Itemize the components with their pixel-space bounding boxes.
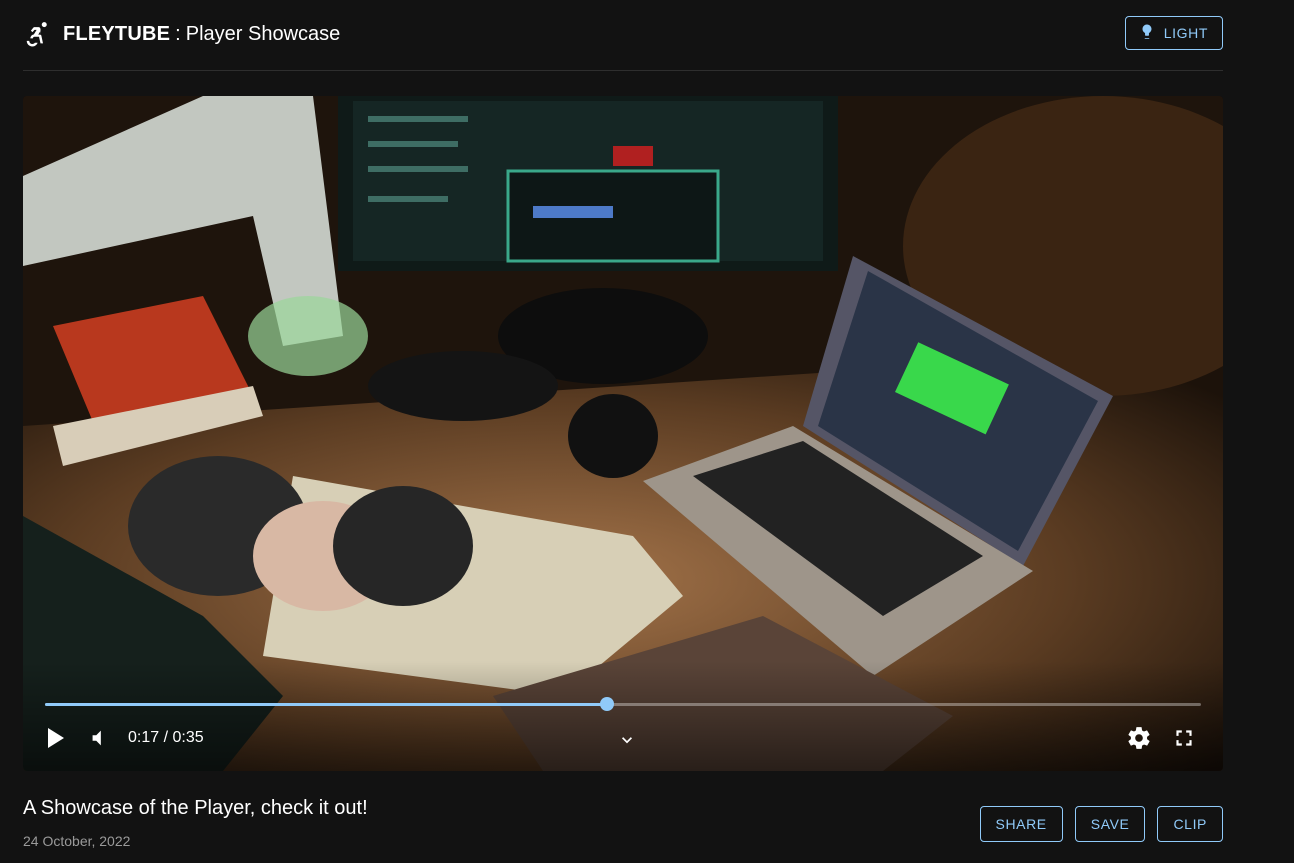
brand[interactable]: FLEYTUBE : Player Showcase (23, 19, 340, 49)
volume-button[interactable] (87, 726, 111, 750)
progress-thumb[interactable] (599, 697, 614, 711)
share-button[interactable]: SHARE (979, 806, 1063, 842)
theme-button-label: LIGHT (1163, 25, 1208, 41)
brand-name: FLEYTUBE (63, 22, 171, 45)
fullscreen-icon (1171, 725, 1197, 751)
save-button[interactable]: SAVE (1074, 806, 1146, 842)
settings-button[interactable] (1126, 725, 1152, 751)
video-date: 24 October, 2022 (23, 833, 131, 849)
clip-button[interactable]: CLIP (1157, 806, 1223, 842)
controls-overlay (23, 661, 1223, 771)
chevron-down-icon (617, 730, 637, 750)
progress-fill (45, 703, 607, 706)
video-actions: SHARE SAVE CLIP (979, 806, 1223, 842)
time-display: 0:17 / 0:35 (128, 729, 204, 746)
more-controls-button[interactable] (615, 728, 639, 752)
brand-separator: : (175, 22, 181, 45)
play-icon (44, 726, 66, 750)
theme-toggle-button[interactable]: LIGHT (1124, 16, 1223, 50)
volume-icon (88, 727, 110, 749)
page: FLEYTUBE : Player Showcase LIGHT 0:17 / … (0, 0, 1294, 863)
progress-bar[interactable] (45, 697, 1201, 711)
video-title: A Showcase of the Player, check it out! (23, 797, 368, 819)
page-title: Player Showcase (185, 22, 341, 45)
fullscreen-button[interactable] (1171, 725, 1197, 751)
play-button[interactable] (43, 726, 67, 750)
video-player[interactable]: 0:17 / 0:35 (23, 96, 1223, 771)
lightbulb-icon (1138, 23, 1156, 44)
settings-icon (1126, 725, 1152, 751)
header: FLEYTUBE : Player Showcase LIGHT (23, 0, 1223, 71)
accessible-forward-icon (23, 19, 53, 49)
